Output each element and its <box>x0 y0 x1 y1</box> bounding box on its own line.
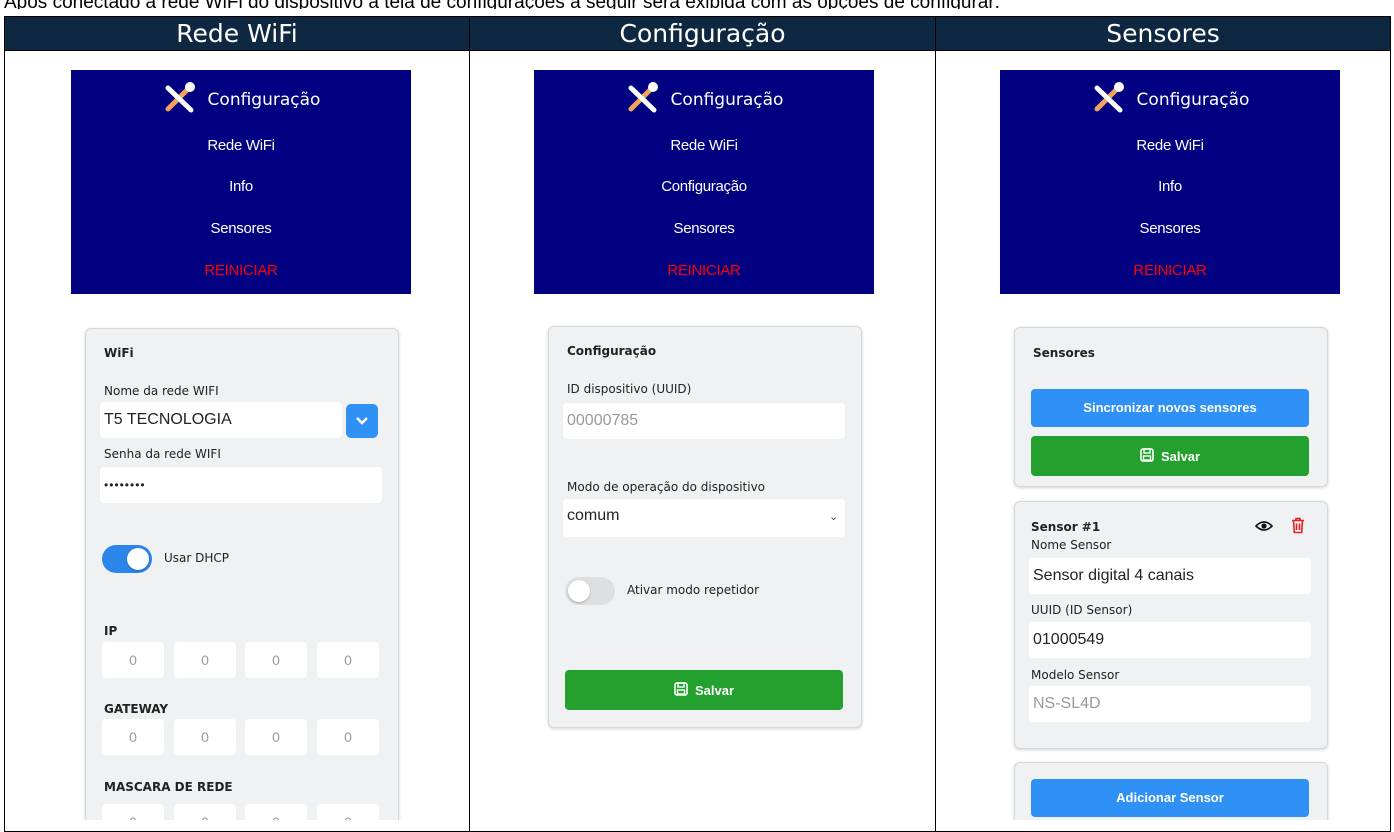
phone-screen-sensors: Configuração Rede WiFi Info Sensores REI… <box>1000 70 1340 820</box>
ip-label: IP <box>104 624 118 638</box>
sensors-card: Sensores Sincronizar novos sensores Salv… <box>1014 327 1328 487</box>
tools-icon <box>1091 81 1127 119</box>
sensor-uuid-label: UUID (ID Sensor) <box>1031 603 1133 617</box>
nav-brand-label: Configuração <box>1136 90 1250 110</box>
nav-item-info[interactable]: Info <box>1000 177 1340 197</box>
password-field[interactable]: •••••••• <box>100 467 382 503</box>
nav-item-sensors[interactable]: Sensores <box>1000 219 1340 239</box>
nav-item-reboot[interactable]: REINICIAR <box>71 261 411 281</box>
repeater-toggle[interactable] <box>565 577 615 605</box>
nav-brand-label: Configuração <box>207 90 321 110</box>
card-title: Sensores <box>1033 346 1095 360</box>
gateway-octet-2[interactable]: 0 <box>174 719 236 755</box>
sensor-title: Sensor #1 <box>1031 520 1101 534</box>
caption-text: Após conectado a rede WiFi do dispositiv… <box>0 0 1394 9</box>
uuid-label: ID dispositivo (UUID) <box>567 382 692 396</box>
chevron-down-icon <box>356 412 368 430</box>
floppy-disk-icon <box>674 681 688 699</box>
gateway-octet-1[interactable]: 0 <box>102 719 164 755</box>
sync-sensors-button[interactable]: Sincronizar novos sensores <box>1031 389 1309 427</box>
mask-octet-3[interactable]: 0 <box>245 804 307 820</box>
nav-bar: Configuração Rede WiFi Configuração Sens… <box>534 70 874 294</box>
nav-item-config[interactable]: Configuração <box>534 177 874 197</box>
column-header-config: Configuração <box>469 16 936 51</box>
ip-octet-2[interactable]: 0 <box>174 642 236 678</box>
gateway-label: GATEWAY <box>104 702 169 716</box>
sensor-card: Sensor #1 Nome Sensor Sensor digital 4 c… <box>1014 501 1328 749</box>
uuid-field[interactable]: 00000785 <box>563 403 845 439</box>
tools-icon <box>162 81 198 119</box>
tools-icon <box>625 81 661 119</box>
gateway-octet-4[interactable]: 0 <box>317 719 379 755</box>
mask-octet-1[interactable]: 0 <box>102 804 164 820</box>
nav-bar: Configuração Rede WiFi Info Sensores REI… <box>1000 70 1340 294</box>
config-cell: Configuração Rede WiFi Configuração Sens… <box>469 50 936 832</box>
nav-brand[interactable]: Configuração <box>534 81 874 119</box>
sensor-uuid-field[interactable]: 01000549 <box>1029 622 1311 658</box>
trash-icon[interactable] <box>1291 517 1305 539</box>
sensors-cell: Configuração Rede WiFi Info Sensores REI… <box>935 50 1391 832</box>
card-title: WiFi <box>104 346 134 360</box>
sensor-name-label: Nome Sensor <box>1031 538 1112 552</box>
phone-screen-wifi: Configuração Rede WiFi Info Sensores REI… <box>71 70 411 820</box>
card-title: Configuração <box>567 344 657 358</box>
column-header-wifi: Rede WiFi <box>4 16 470 51</box>
save-button-label: Salvar <box>1160 448 1201 464</box>
wifi-card: WiFi Nome da rede WIFI T5 TECNOLOGIA Sen… <box>85 328 399 820</box>
save-button[interactable]: Salvar <box>565 670 843 710</box>
ssid-label: Nome da rede WIFI <box>104 384 219 398</box>
password-label: Senha da rede WIFI <box>104 447 221 461</box>
nav-bar: Configuração Rede WiFi Info Sensores REI… <box>71 70 411 294</box>
sensor-model-label: Modelo Sensor <box>1031 668 1120 682</box>
save-button-label: Salvar <box>694 682 735 698</box>
mode-select[interactable]: comum <box>563 499 845 537</box>
dhcp-toggle[interactable] <box>102 545 152 573</box>
save-button[interactable]: Salvar <box>1031 436 1309 476</box>
column-header-sensors: Sensores <box>935 16 1391 51</box>
nav-item-wifi[interactable]: Rede WiFi <box>534 136 874 156</box>
ip-octet-1[interactable]: 0 <box>102 642 164 678</box>
nav-item-reboot[interactable]: REINICIAR <box>534 261 874 281</box>
mask-octet-2[interactable]: 0 <box>174 804 236 820</box>
ip-octet-4[interactable]: 0 <box>317 642 379 678</box>
mode-label: Modo de operação do dispositivo <box>567 480 766 494</box>
comparison-table: Rede WiFi Configuração Sensores Configur… <box>4 16 1391 832</box>
chevron-down-icon: ⌄ <box>829 511 839 523</box>
nav-brand[interactable]: Configuração <box>1000 81 1340 119</box>
sensor-name-field[interactable]: Sensor digital 4 canais <box>1029 558 1311 594</box>
nav-item-info[interactable]: Info <box>71 177 411 197</box>
nav-item-wifi[interactable]: Rede WiFi <box>1000 136 1340 156</box>
nav-brand-label: Configuração <box>670 90 784 110</box>
wifi-cell: Configuração Rede WiFi Info Sensores REI… <box>4 50 470 832</box>
gateway-octet-3[interactable]: 0 <box>245 719 307 755</box>
nav-item-wifi[interactable]: Rede WiFi <box>71 136 411 156</box>
eye-icon[interactable] <box>1254 519 1274 538</box>
nav-item-reboot[interactable]: REINICIAR <box>1000 261 1340 281</box>
config-card: Configuração ID dispositivo (UUID) 00000… <box>548 326 862 728</box>
mask-label: MASCARA DE REDE <box>104 780 233 794</box>
add-sensor-button[interactable]: Adicionar Sensor <box>1031 779 1309 817</box>
add-sensor-card: Adicionar Sensor <box>1014 762 1328 820</box>
nav-item-sensors[interactable]: Sensores <box>534 219 874 239</box>
nav-brand[interactable]: Configuração <box>71 81 411 119</box>
ip-octet-3[interactable]: 0 <box>245 642 307 678</box>
mask-octet-4[interactable]: 0 <box>317 804 379 820</box>
phone-screen-config: Configuração Rede WiFi Configuração Sens… <box>534 70 874 820</box>
floppy-disk-icon <box>1140 447 1154 465</box>
repeater-label: Ativar modo repetidor <box>627 583 760 597</box>
ssid-field[interactable]: T5 TECNOLOGIA <box>100 402 342 438</box>
dhcp-label: Usar DHCP <box>164 551 230 565</box>
sensor-model-field[interactable]: NS-SL4D <box>1029 686 1311 722</box>
ssid-dropdown-button[interactable] <box>346 404 378 438</box>
nav-item-sensors[interactable]: Sensores <box>71 219 411 239</box>
